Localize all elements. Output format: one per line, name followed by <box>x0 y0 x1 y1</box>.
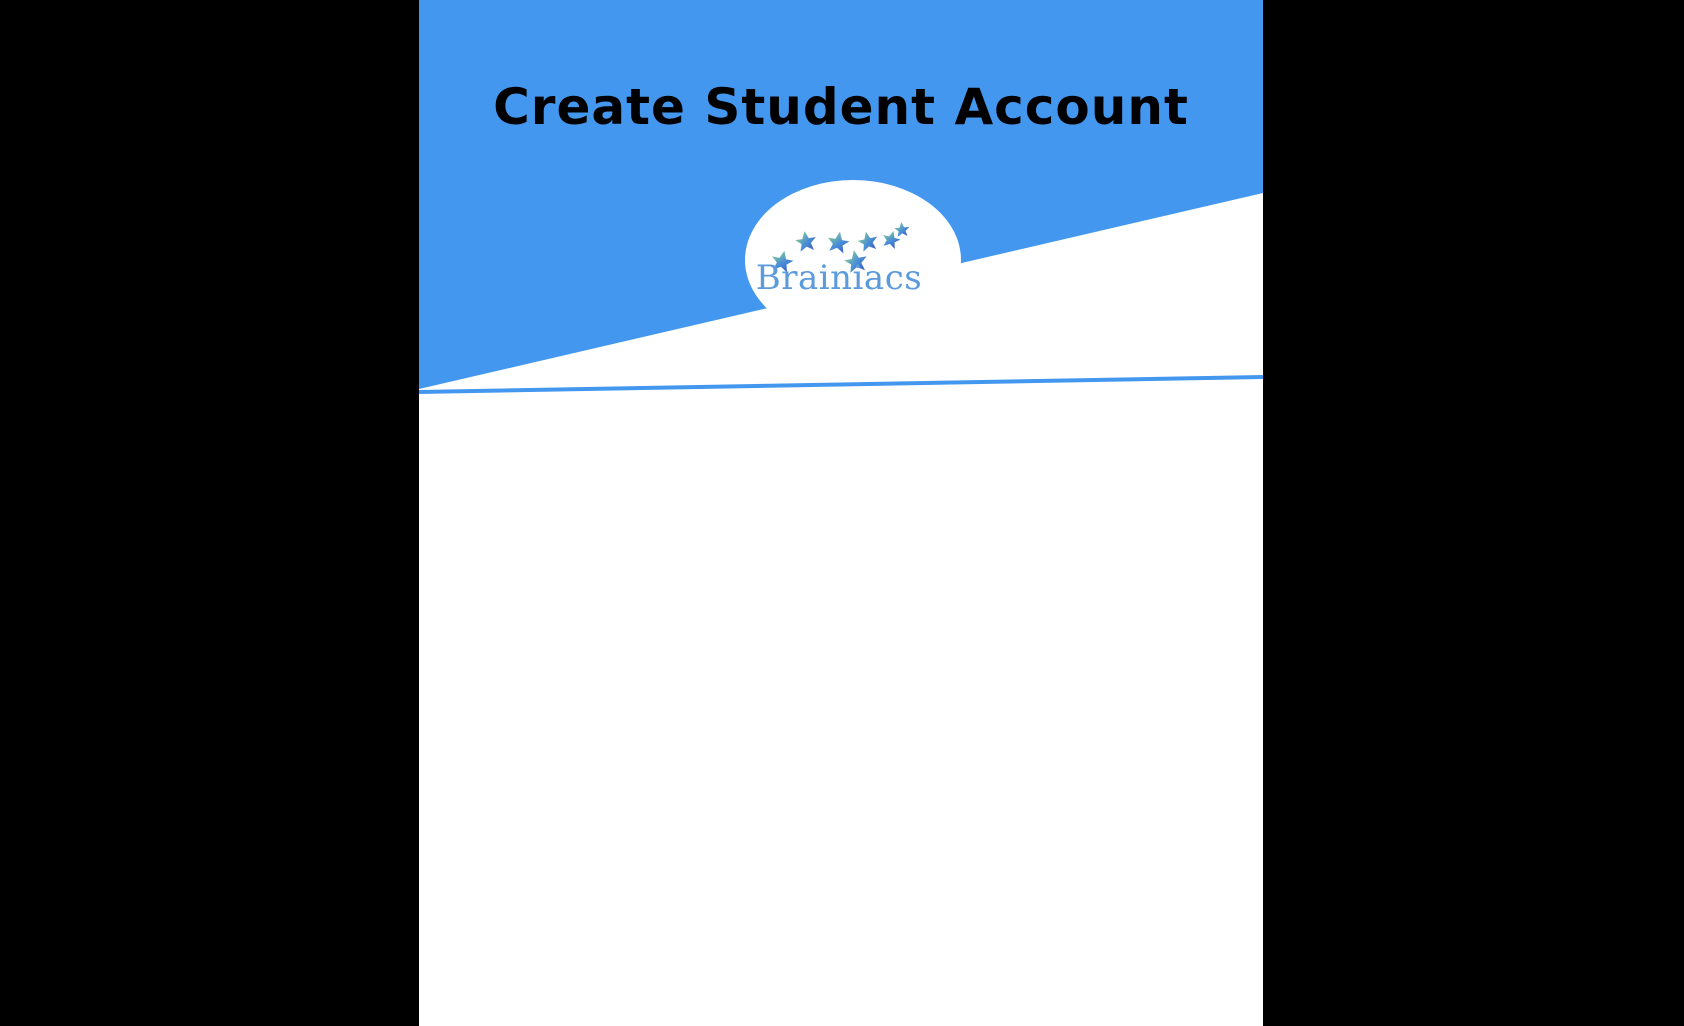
star-icon <box>794 229 818 253</box>
create-account-page: Create Student Account Brainiacs <box>419 0 1263 1026</box>
star-icon <box>856 229 880 253</box>
star-icon <box>893 221 911 238</box>
page-title: Create Student Account <box>493 78 1189 136</box>
divider-line <box>419 375 1263 394</box>
logo-text: Brainiacs <box>755 258 923 298</box>
screen: Create Student Account Brainiacs <box>0 0 1684 1026</box>
star-icon <box>825 229 851 255</box>
brainiacs-logo: Brainiacs <box>746 200 946 310</box>
